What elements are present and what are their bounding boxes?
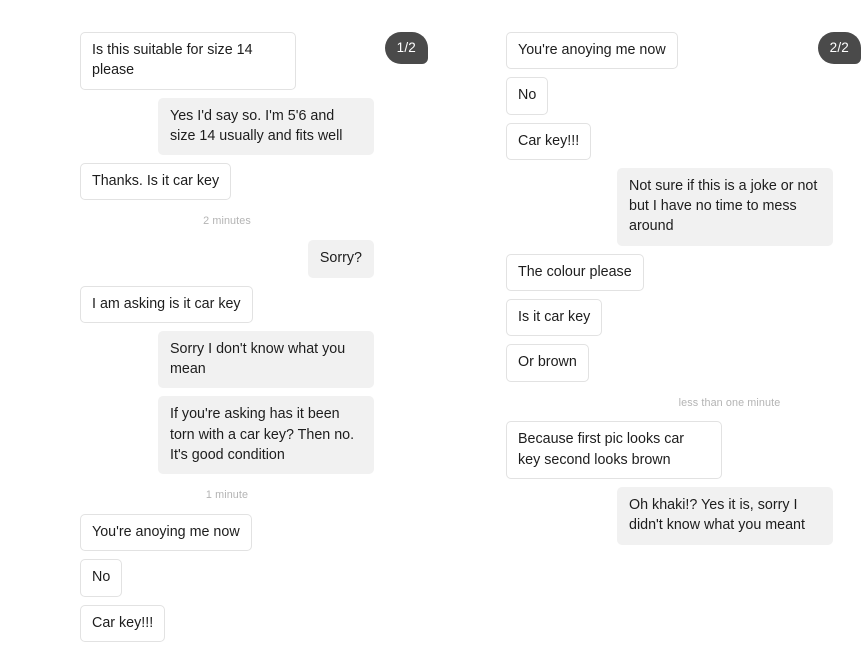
message-row-incoming: No <box>506 77 833 122</box>
message-timestamp: 2 minutes <box>203 215 251 228</box>
message-row-incoming: The colour please <box>506 253 833 299</box>
incoming-message-bubble[interactable]: No <box>80 559 123 597</box>
message-row-outgoing: Oh khaki!? Yes it is, sorry I didn't kno… <box>506 487 833 553</box>
incoming-message-bubble[interactable]: Is this suitable for size 14 please <box>80 32 296 90</box>
conversation-columns: 1/2 Is this suitable for size 14 please Y… <box>0 0 865 643</box>
incoming-message-bubble[interactable]: You're anoying me now <box>506 32 678 70</box>
message-row-incoming: Car key!!! <box>506 122 833 168</box>
message-row-incoming: Is it car key <box>506 299 833 344</box>
page-indicator-badge-2: 2/2 <box>817 32 861 64</box>
conversation-column-1: 1/2 Is this suitable for size 14 please Y… <box>0 32 432 643</box>
message-row-incoming: No <box>80 559 374 604</box>
incoming-message-bubble[interactable]: Because first pic looks car key second l… <box>506 421 722 480</box>
message-timestamp: less than one minute <box>678 396 781 409</box>
message-timestamp: 1 minute <box>205 489 249 502</box>
message-row-outgoing: Sorry I don't know what you mean <box>80 330 374 397</box>
outgoing-message-bubble[interactable]: Sorry? <box>307 240 374 278</box>
outgoing-message-bubble[interactable]: Not sure if this is a joke or not but I … <box>617 167 833 246</box>
message-thread-1: Is this suitable for size 14 please Yes I… <box>80 32 374 650</box>
page-indicator-badge-1: 1/2 <box>384 32 428 64</box>
conversation-column-2: 2/2 You're anoying me now No Car key!!! Not… <box>432 32 865 622</box>
message-row-incoming: I am asking is it car key <box>80 285 374 331</box>
incoming-message-bubble[interactable]: No <box>506 77 549 115</box>
message-row-incoming: Car key!!! <box>80 604 374 650</box>
incoming-message-bubble[interactable]: Car key!!! <box>80 604 166 643</box>
outgoing-message-bubble[interactable]: If you're asking has it been torn with a… <box>158 396 374 475</box>
outgoing-message-bubble[interactable]: Sorry I don't know what you mean <box>158 330 374 389</box>
message-row-incoming: Thanks. Is it car key <box>80 163 374 208</box>
incoming-message-bubble[interactable]: I am asking is it car key <box>80 285 253 323</box>
incoming-message-bubble[interactable]: Car key!!! <box>506 122 592 160</box>
outgoing-message-bubble[interactable]: Yes I'd say so. I'm 5'6 and size 14 usua… <box>158 97 374 156</box>
incoming-message-bubble[interactable]: The colour please <box>506 253 644 292</box>
incoming-message-bubble[interactable]: Thanks. Is it car key <box>80 163 232 201</box>
message-row-incoming: You're anoying me now <box>80 514 374 559</box>
incoming-message-bubble[interactable]: Is it car key <box>506 299 603 337</box>
message-row-outgoing: Not sure if this is a joke or not but I … <box>506 167 833 254</box>
message-row-incoming: Is this suitable for size 14 please <box>80 32 374 98</box>
message-row-incoming: You're anoying me now <box>506 32 833 77</box>
message-row-outgoing: Sorry? <box>80 240 374 285</box>
incoming-message-bubble[interactable]: You're anoying me now <box>80 514 252 552</box>
outgoing-message-bubble[interactable]: Oh khaki!? Yes it is, sorry I didn't kno… <box>617 487 833 545</box>
message-thread-2: You're anoying me now No Car key!!! Not sur… <box>506 32 833 553</box>
message-row-outgoing: If you're asking has it been torn with a… <box>80 396 374 482</box>
screenshot-root: 1/2 Is this suitable for size 14 please Y… <box>0 0 865 643</box>
incoming-message-bubble[interactable]: Or brown <box>506 344 589 382</box>
message-row-incoming: Because first pic looks car key second l… <box>506 421 833 487</box>
message-row-outgoing: Yes I'd say so. I'm 5'6 and size 14 usua… <box>80 97 374 164</box>
message-row-incoming: Or brown <box>506 344 833 389</box>
